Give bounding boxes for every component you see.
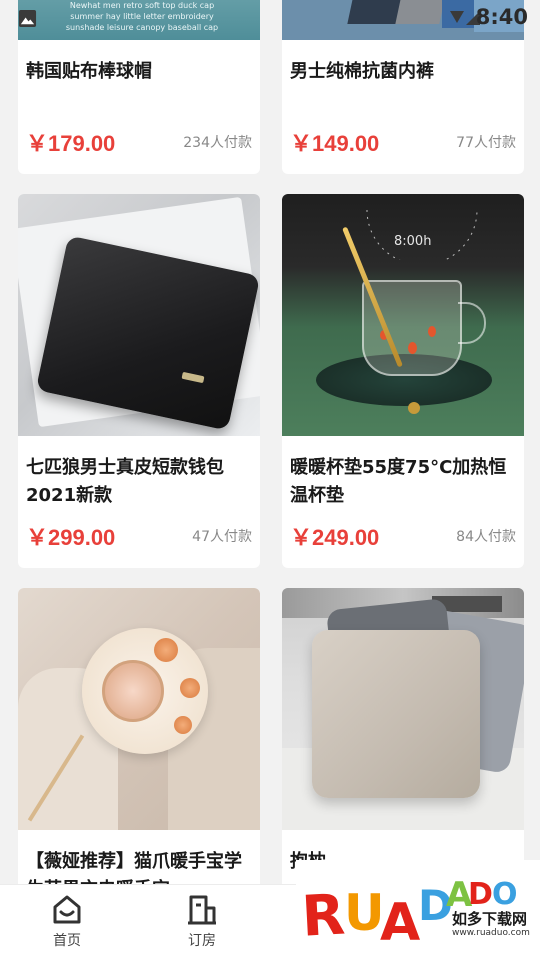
product-card[interactable]: 七匹狼男士真皮短款钱包2021新款 ￥299.00 47人付款: [18, 194, 260, 568]
svg-text:U: U: [344, 884, 385, 942]
home-icon: [53, 895, 81, 924]
product-title: 暖暖杯垫55度75°C加热恒温杯垫: [290, 457, 507, 506]
building-icon: [188, 895, 216, 925]
watermark-url: www.ruaduo.com: [452, 928, 530, 938]
product-price: ￥249.00: [290, 525, 380, 550]
svg-text:D: D: [468, 877, 493, 912]
product-photo: 8:00h: [282, 194, 524, 436]
status-time: 8:40: [475, 5, 528, 29]
product-photo: [18, 588, 260, 830]
tab-booking[interactable]: 订房: [157, 893, 247, 950]
tab-booking-label: 订房: [188, 933, 216, 949]
status-bar: 8:40: [0, 0, 540, 36]
product-card[interactable]: 8:00h 暖暖杯垫55度75°C加热恒温杯垫 ￥249.00 84人付款: [282, 194, 524, 568]
product-price: ￥149.00: [290, 131, 380, 156]
svg-text:A: A: [380, 893, 420, 953]
clock-readout: 8:00h: [394, 234, 432, 249]
watermark-text: 如多下载网: [452, 910, 528, 928]
product-price: ￥179.00: [26, 131, 116, 156]
tab-home-label: 首页: [53, 933, 81, 949]
product-title: 韩国贴布棒球帽: [26, 61, 152, 82]
product-title: 男士纯棉抗菌内裤: [290, 61, 434, 82]
product-sales: 77人付款: [456, 135, 516, 151]
product-sales: 234人付款: [183, 135, 252, 151]
image-icon: [18, 9, 37, 28]
svg-text:O: O: [492, 877, 518, 912]
product-sales: 47人付款: [192, 529, 252, 545]
svg-text:R: R: [300, 883, 346, 950]
tab-home[interactable]: 首页: [22, 893, 112, 950]
product-title: 七匹狼男士真皮短款钱包2021新款: [26, 457, 224, 506]
product-sales: 84人付款: [456, 529, 516, 545]
product-photo: [282, 588, 524, 830]
product-price: ￥299.00: [26, 525, 116, 550]
product-photo: [18, 194, 260, 436]
product-card[interactable]: 【薇娅推荐】猫爪暖手宝学生苹果充电暖手宝: [18, 588, 260, 908]
watermark-logo: R U A D A D O 如多下载网 www.ruaduo.com: [296, 860, 540, 960]
